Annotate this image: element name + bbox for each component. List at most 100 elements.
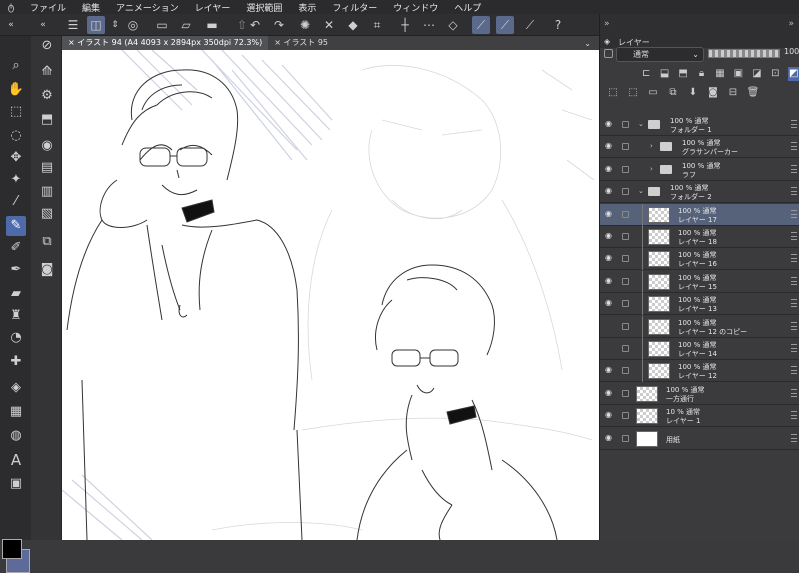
fill-bucket-icon[interactable]: ◈ bbox=[6, 378, 26, 398]
undo-icon[interactable]: ↶ bbox=[246, 16, 264, 34]
airbrush-icon[interactable]: ♜ bbox=[6, 306, 26, 326]
panel-expand-icon[interactable]: » bbox=[604, 19, 610, 29]
drag-handle-icon[interactable] bbox=[791, 232, 797, 240]
eye-icon[interactable]: ◉ bbox=[605, 366, 615, 374]
layer-row-l15[interactable]: ◉100 % 通常レイヤー 15 bbox=[600, 271, 799, 293]
sub-tool-9-icon[interactable]: ◙ bbox=[37, 260, 57, 280]
apply-mask-icon[interactable]: ⊟ bbox=[726, 86, 740, 100]
clear-icon[interactable]: ✕ bbox=[320, 16, 338, 34]
new-canvas-icon[interactable]: ▭ bbox=[153, 16, 171, 34]
layer-row-l13[interactable]: ◉100 % 通常レイヤー 13 bbox=[600, 293, 799, 315]
chevron-down-icon[interactable]: ⌄ bbox=[638, 187, 644, 195]
sub-tool-6-icon[interactable]: ▥ bbox=[37, 182, 57, 202]
layer-row-paper[interactable]: ◉用紙 bbox=[600, 428, 799, 450]
layer-lock-checkbox[interactable] bbox=[622, 255, 629, 262]
gradient-icon[interactable]: ▣ bbox=[6, 474, 26, 494]
layer-lock-checkbox[interactable] bbox=[622, 278, 629, 285]
redo-icon[interactable]: ↷ bbox=[270, 16, 288, 34]
draft-icon[interactable]: ⬒ bbox=[677, 67, 689, 81]
pencil-icon[interactable]: ✐ bbox=[6, 238, 26, 258]
eraser-icon[interactable]: ▰ bbox=[6, 284, 26, 304]
lock-icon[interactable]: 🔒︎ bbox=[695, 67, 707, 81]
layer-color-icon[interactable] bbox=[604, 49, 613, 58]
sub-tool-2-icon[interactable]: ⚙ bbox=[37, 86, 57, 106]
transparent-icon[interactable]: ◇ bbox=[444, 16, 462, 34]
drag-handle-icon[interactable] bbox=[791, 411, 797, 419]
eye-icon[interactable]: ◉ bbox=[605, 232, 615, 240]
ruler-tool-icon[interactable]: ◍ bbox=[6, 426, 26, 446]
layer-mask-icon[interactable]: ◪ bbox=[751, 67, 763, 81]
snap-grid-icon[interactable]: ⋯ bbox=[420, 16, 438, 34]
layer-lock-checkbox[interactable] bbox=[622, 345, 629, 352]
menu-view[interactable]: 表示 bbox=[290, 1, 324, 14]
opacity-slider[interactable] bbox=[708, 49, 780, 58]
layer-lock-checkbox[interactable] bbox=[622, 300, 629, 307]
layer-row-l1[interactable]: ◉10 % 通常レイヤー 1 bbox=[600, 405, 799, 427]
menu-help[interactable]: ヘルプ bbox=[446, 1, 489, 14]
stepper-icon[interactable]: ⇕ bbox=[106, 16, 124, 34]
eye-icon[interactable]: ◉ bbox=[605, 434, 615, 442]
layer-row-l17[interactable]: ◉100 % 通常レイヤー 17 bbox=[600, 204, 799, 226]
reference-icon[interactable]: ⬓ bbox=[658, 67, 670, 81]
drag-handle-icon[interactable] bbox=[791, 254, 797, 262]
collapse-left-icon[interactable]: « bbox=[2, 16, 20, 34]
eye-icon[interactable]: ◉ bbox=[605, 299, 615, 307]
layer-lock-checkbox[interactable] bbox=[622, 166, 629, 173]
sub-tool-8-icon[interactable]: ⧉ bbox=[37, 232, 57, 252]
text-icon[interactable]: A bbox=[6, 450, 26, 470]
new-raster-icon[interactable]: ⬚ bbox=[606, 86, 620, 100]
eye-icon[interactable]: ◉ bbox=[605, 389, 615, 397]
brush-icon[interactable]: ✒ bbox=[6, 260, 26, 280]
eye-icon[interactable]: ◉ bbox=[605, 254, 615, 262]
navigator-icon[interactable]: ⊘ bbox=[37, 36, 57, 56]
layer-row-folder1[interactable]: ◉⌄100 % 通常フォルダー 1 bbox=[600, 114, 799, 136]
layer-lock-checkbox[interactable] bbox=[622, 233, 629, 240]
tabs-chevron-down-icon[interactable]: ⌄ bbox=[584, 39, 599, 48]
layer-lock-checkbox[interactable] bbox=[622, 211, 629, 218]
blend-icon[interactable]: ◔ bbox=[6, 328, 26, 348]
app-logo-icon[interactable]: ტ bbox=[0, 2, 22, 13]
new-vector-icon[interactable]: ⬚ bbox=[626, 86, 640, 100]
fill-icon[interactable]: ◆ bbox=[344, 16, 362, 34]
clip-icon[interactable]: ⊏ bbox=[640, 67, 652, 81]
canvas[interactable] bbox=[62, 50, 599, 540]
transform-tool-icon[interactable]: ◫ bbox=[87, 16, 105, 34]
tab-illust-94[interactable]: × イラスト 94 (A4 4093 x 2894px 350dpi 72.3%… bbox=[62, 36, 268, 50]
drag-handle-icon[interactable] bbox=[791, 434, 797, 442]
layer-row-l12[interactable]: ◉100 % 通常レイヤー 12 bbox=[600, 360, 799, 382]
eye-hidden-icon[interactable] bbox=[605, 344, 615, 352]
magic-wand-icon[interactable]: ✦ bbox=[6, 170, 26, 190]
loading-icon[interactable]: ✺ bbox=[296, 16, 314, 34]
drag-handle-icon[interactable] bbox=[791, 322, 797, 330]
sub-tool-3-icon[interactable]: ⬒ bbox=[37, 110, 57, 130]
crop-icon[interactable]: ⌗ bbox=[368, 16, 386, 34]
mask-icon[interactable]: ▣ bbox=[732, 67, 744, 81]
sub-tool-1-icon[interactable]: ⟰ bbox=[37, 62, 57, 82]
eye-hidden-icon[interactable] bbox=[605, 322, 615, 330]
merge-down-icon[interactable]: ⬇ bbox=[686, 86, 700, 100]
eye-icon[interactable]: ◉ bbox=[605, 142, 615, 150]
collapse-left-icon-2[interactable]: « bbox=[34, 16, 52, 34]
layer-row-folder2[interactable]: ◉⌄100 % 通常フォルダー 2 bbox=[600, 181, 799, 203]
snap-icon[interactable]: ◎ bbox=[124, 16, 142, 34]
layer-lock-checkbox[interactable] bbox=[622, 412, 629, 419]
chevron-right-icon[interactable]: › bbox=[650, 142, 653, 150]
chevron-right-icon[interactable]: › bbox=[650, 165, 653, 173]
menu-layer[interactable]: レイヤー bbox=[187, 1, 239, 14]
eyedropper-icon[interactable]: ⁄ bbox=[6, 192, 26, 212]
lasso-icon[interactable]: ◌ bbox=[6, 126, 26, 146]
layer-lock-checkbox[interactable] bbox=[622, 188, 629, 195]
layer-lock-checkbox[interactable] bbox=[622, 367, 629, 374]
hand-icon[interactable]: ✋ bbox=[6, 80, 26, 100]
drag-handle-icon[interactable] bbox=[791, 344, 797, 352]
chevron-down-icon[interactable]: ⌄ bbox=[638, 120, 644, 128]
eye-icon[interactable]: ◉ bbox=[605, 187, 615, 195]
eye-icon[interactable]: ◉ bbox=[605, 210, 615, 218]
ruler-icon[interactable]: ┼ bbox=[396, 16, 414, 34]
tab-illust-95[interactable]: × イラスト 95 bbox=[268, 36, 334, 50]
delete-layer-icon[interactable]: 🗑︎ bbox=[746, 86, 760, 100]
sub-tool-7-icon[interactable]: ▧ bbox=[37, 204, 57, 224]
eye-icon[interactable]: ◉ bbox=[605, 411, 615, 419]
layer-row-l18[interactable]: ◉100 % 通常レイヤー 18 bbox=[600, 226, 799, 248]
layer-lock-checkbox[interactable] bbox=[622, 121, 629, 128]
